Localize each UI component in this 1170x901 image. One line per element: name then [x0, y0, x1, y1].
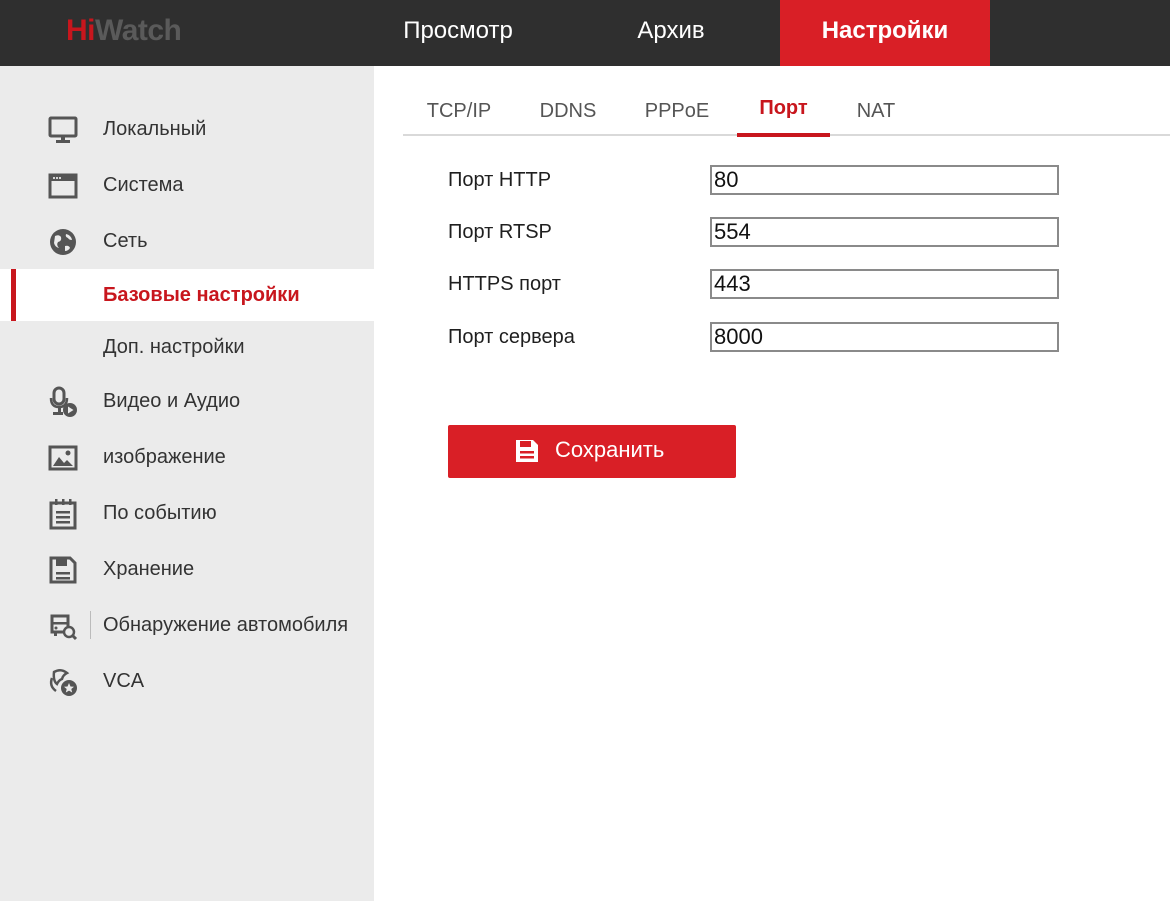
hiwatch-logo: HiWatch	[66, 13, 182, 49]
sidebar-item-label: Доп. настройки	[103, 336, 245, 358]
floppy-disk-icon	[514, 438, 540, 464]
http-port-input[interactable]	[710, 165, 1059, 195]
sidebar-item-vehicle-detection[interactable]: Обнаружение автомобиля	[0, 599, 374, 651]
window-icon	[46, 170, 80, 202]
vca-star-icon	[46, 666, 80, 698]
server-port-label: Порт сервера	[448, 326, 575, 348]
tab-nat[interactable]: NAT	[847, 90, 905, 134]
sidebar-item-system[interactable]: Система	[0, 159, 374, 211]
sidebar-item-label: изображение	[103, 446, 226, 468]
logo-part-hi: Hi	[66, 14, 96, 47]
sidebar-item-event[interactable]: По событию	[0, 487, 374, 539]
tab-ddns[interactable]: DDNS	[530, 90, 606, 134]
rtsp-port-input[interactable]	[710, 217, 1059, 247]
save-button-label: Сохранить	[555, 437, 665, 462]
active-tab-underline	[737, 133, 830, 137]
https-port-label: HTTPS порт	[448, 273, 561, 295]
save-button[interactable]: Сохранить	[448, 425, 736, 478]
logo-part-watch: Watch	[95, 14, 182, 47]
monitor-icon	[46, 114, 80, 146]
https-port-input[interactable]	[710, 269, 1059, 299]
globe-icon	[46, 226, 80, 258]
sidebar-item-network[interactable]: Сеть	[0, 215, 374, 267]
settings-sidebar: Локальный Система Сеть Базовые настройки…	[0, 66, 374, 901]
sidebar-item-label: Сеть	[103, 230, 148, 252]
tab-tcp-ip[interactable]: TCP/IP	[417, 90, 501, 134]
tab-label: Порт	[759, 97, 808, 119]
top-navigation-bar: HiWatch Просмотр Архив Настройки	[0, 0, 1170, 66]
sidebar-item-label: Видео и Аудио	[103, 390, 241, 412]
vehicle-search-icon	[46, 610, 80, 642]
tab-pppoe[interactable]: PPPoE	[635, 90, 719, 134]
sidebar-item-storage[interactable]: Хранение	[0, 543, 374, 595]
server-port-row: Порт сервера	[448, 322, 1068, 352]
divider	[90, 611, 91, 639]
sidebar-item-local[interactable]: Локальный	[0, 103, 374, 155]
nav-live-view[interactable]: Просмотр	[378, 0, 538, 66]
sidebar-item-label: Локальный	[103, 118, 207, 140]
tab-port[interactable]: Порт	[737, 90, 830, 137]
sidebar-item-label: Обнаружение автомобиля	[103, 614, 349, 636]
sidebar-item-label: VCA	[103, 670, 145, 692]
sidebar-item-basic-settings[interactable]: Базовые настройки	[0, 269, 374, 321]
active-indicator	[11, 269, 16, 321]
sidebar-item-video-audio[interactable]: Видео и Аудио	[0, 375, 374, 427]
sidebar-item-label: Базовые настройки	[103, 284, 300, 306]
sidebar-item-image[interactable]: изображение	[0, 431, 374, 483]
image-icon	[46, 442, 80, 474]
http-port-row: Порт HTTP	[448, 165, 1068, 195]
server-port-input[interactable]	[710, 322, 1059, 352]
http-port-label: Порт HTTP	[448, 169, 552, 191]
sidebar-item-label: По событию	[103, 502, 217, 524]
calendar-list-icon	[46, 498, 80, 530]
network-tabs: TCP/IP DDNS PPPoE Порт NAT	[403, 90, 1170, 137]
sidebar-item-advanced-settings[interactable]: Доп. настройки	[0, 321, 374, 373]
sidebar-item-vca[interactable]: VCA	[0, 655, 374, 707]
sidebar-item-label: Хранение	[103, 558, 195, 580]
sidebar-item-label: Система	[103, 174, 184, 196]
rtsp-port-label: Порт RTSP	[448, 221, 552, 243]
nav-playback-archive[interactable]: Архив	[600, 0, 742, 66]
microphone-play-icon	[46, 386, 80, 418]
https-port-row: HTTPS порт	[448, 269, 1068, 299]
rtsp-port-row: Порт RTSP	[448, 217, 1068, 247]
floppy-disk-icon	[46, 554, 80, 586]
nav-settings[interactable]: Настройки	[780, 0, 990, 66]
